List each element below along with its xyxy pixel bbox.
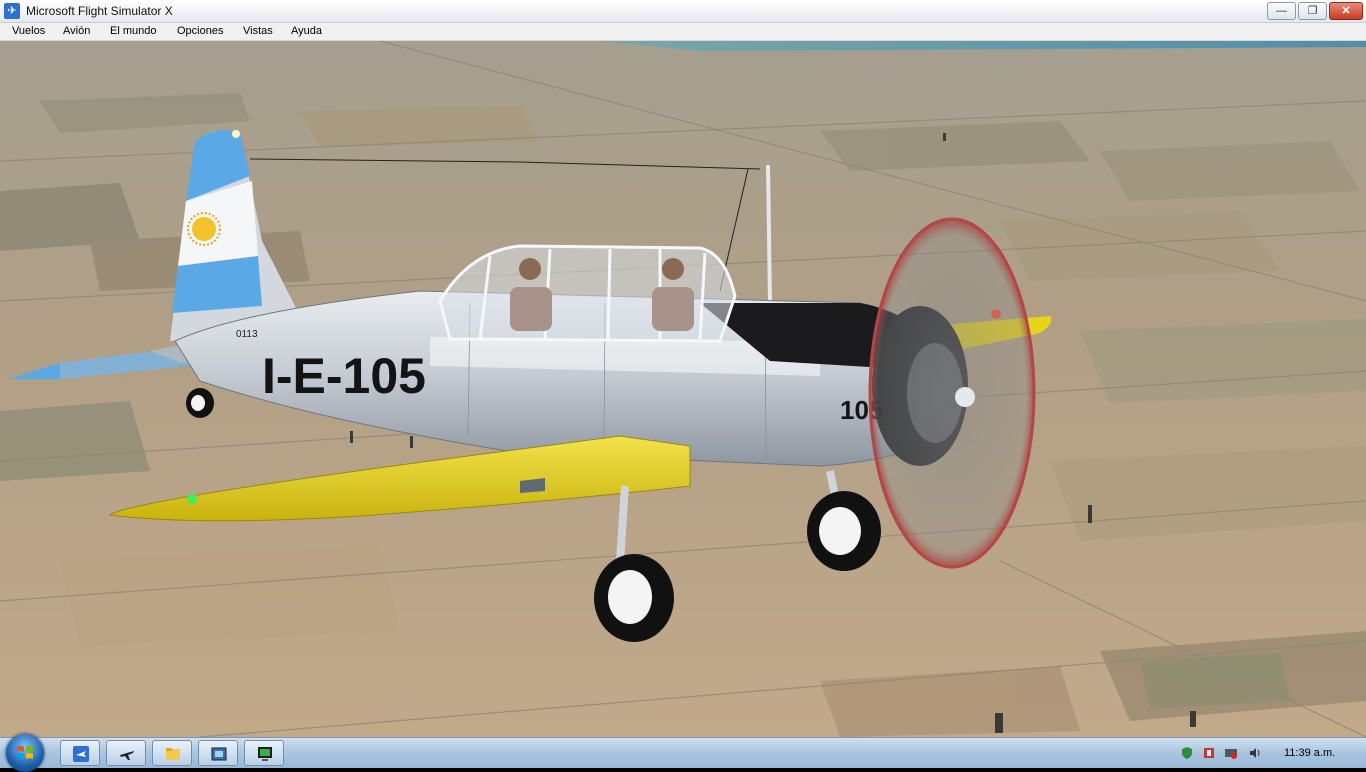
tail-code-label: 0113 [236, 329, 258, 340]
minimize-button[interactable]: — [1267, 2, 1296, 20]
taskbar-screenshot-button[interactable] [198, 740, 238, 766]
start-button[interactable] [6, 734, 44, 772]
antenna-mast [766, 164, 772, 304]
system-tray [1172, 738, 1366, 768]
fsx-app-icon: ✈ [4, 3, 20, 19]
close-button[interactable]: ✕ [1329, 2, 1363, 20]
windows-logo-icon [17, 746, 33, 759]
folder-icon [166, 748, 180, 760]
menu-bar: Vuelos Avión El mundo Opciones Vistas Ay… [0, 23, 1366, 41]
taskbar-monitor-button[interactable] [244, 740, 284, 766]
menu-avion[interactable]: Avión [63, 25, 90, 37]
tail-light [232, 130, 240, 138]
fuselage-registration: I-E-105 [262, 348, 426, 404]
menu-vistas[interactable]: Vistas [243, 25, 273, 37]
flight-viewport[interactable]: I-E-105 0113 105 [0, 41, 1366, 737]
airplane-icon [120, 751, 134, 760]
restore-button[interactable]: ❐ [1298, 2, 1327, 20]
menu-vuelos[interactable]: Vuelos [12, 25, 45, 37]
taskbar-fsx-button[interactable] [60, 740, 100, 766]
taskbar-clock[interactable]: 11:39 a.m. [1284, 747, 1335, 759]
taskbar-airplane-button[interactable] [106, 740, 146, 766]
propeller-hub [955, 387, 975, 407]
windows-taskbar: 11:39 a.m. [0, 734, 1366, 772]
menu-opciones[interactable]: Opciones [177, 25, 223, 37]
argentine-sun-emblem [192, 217, 216, 241]
monitor-icon [258, 747, 272, 761]
menu-el-mundo[interactable]: El mundo [110, 25, 156, 37]
nav-light-green [187, 494, 197, 504]
window-titlebar[interactable]: ✈ Microsoft Flight Simulator X — ❐ ✕ [0, 0, 1366, 23]
taskbar-folder-button[interactable] [152, 740, 192, 766]
device-warning-icon[interactable] [1202, 746, 1216, 760]
fsx-icon [73, 746, 89, 762]
volume-icon[interactable] [1248, 746, 1262, 760]
menu-ayuda[interactable]: Ayuda [291, 25, 322, 37]
security-shield-icon[interactable] [1180, 746, 1194, 760]
propeller-disc [868, 217, 1036, 569]
network-icon[interactable] [1224, 746, 1238, 760]
scene-canvas: I-E-105 0113 105 [0, 41, 1366, 737]
screenshot-icon [211, 747, 227, 761]
window-title: Microsoft Flight Simulator X [26, 4, 173, 18]
